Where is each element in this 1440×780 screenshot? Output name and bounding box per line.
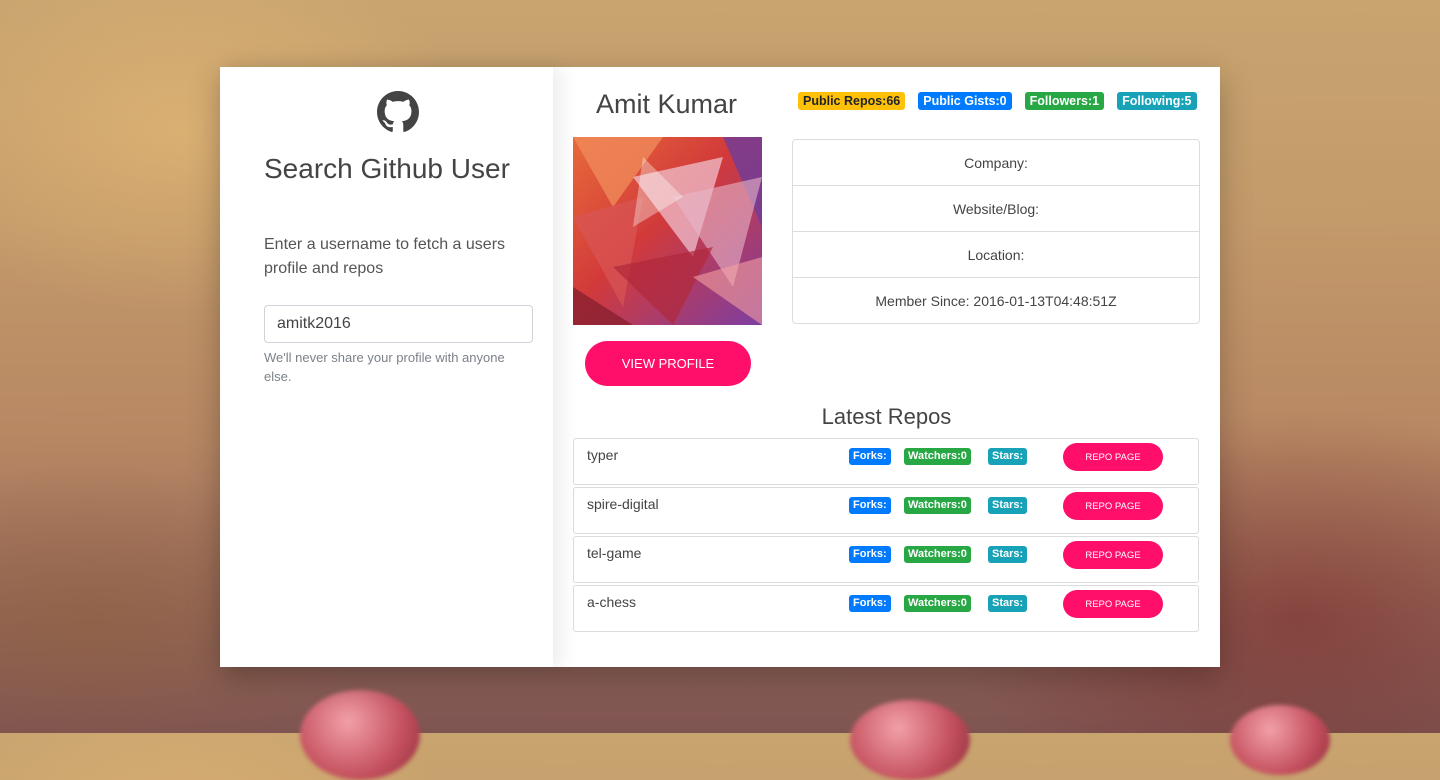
input-help-text: We'll never share your profile with anyo… (264, 350, 505, 384)
company-row: Company: (964, 154, 1028, 171)
search-lead: Enter a username to fetch a users profil… (264, 236, 506, 277)
profile-info-list: Company: Website/Blog: Location: Member … (792, 139, 1200, 324)
followers-badge: Followers:1 (1024, 92, 1105, 110)
search-title: Search Github User (264, 153, 510, 184)
repo-list: typer Forks: Watchers:0 Stars: REPO PAGE… (573, 438, 1199, 634)
forks-badge: Forks: (849, 546, 891, 563)
stars-badge: Stars: (988, 497, 1028, 514)
profile-name: Amit Kumar (596, 89, 738, 119)
view-profile-button[interactable]: VIEW PROFILE (585, 341, 751, 386)
watchers-badge: Watchers:0 (904, 448, 971, 465)
website-row: Website/Blog: (793, 185, 1199, 231)
repo-page-button[interactable]: REPO PAGE (1063, 492, 1163, 520)
public-gists-badge: Public Gists:0 (918, 92, 1012, 110)
following-badge: Following:5 (1117, 92, 1197, 110)
background-berry (1230, 705, 1330, 775)
repo-row: a-chess Forks: Watchers:0 Stars: REPO PA… (573, 585, 1199, 632)
repo-page-button[interactable]: REPO PAGE (1063, 443, 1163, 471)
repo-page-button[interactable]: REPO PAGE (1063, 590, 1163, 618)
repo-name: tel-game (587, 545, 642, 561)
repo-page-button[interactable]: REPO PAGE (1063, 541, 1163, 569)
profile-panel: Amit Kumar Public Repos:66 Public Gists:… (553, 67, 1220, 667)
avatar (573, 137, 762, 325)
location-row: Location: (793, 231, 1199, 277)
background-berry (300, 690, 420, 780)
stars-badge: Stars: (988, 595, 1028, 612)
background-berry (850, 700, 970, 780)
repo-name: a-chess (587, 594, 637, 610)
repo-row: tel-game Forks: Watchers:0 Stars: REPO P… (573, 536, 1199, 583)
stars-badge: Stars: (988, 546, 1028, 563)
watchers-badge: Watchers:0 (904, 497, 971, 514)
public-repos-badge: Public Repos:66 (798, 92, 906, 110)
forks-badge: Forks: (849, 595, 891, 612)
repo-row: spire-digital Forks: Watchers:0 Stars: R… (573, 487, 1199, 534)
member-since-row: Member Since: 2016-01-13T04:48:51Z (793, 277, 1199, 323)
repo-name: spire-digital (587, 496, 659, 512)
forks-badge: Forks: (849, 497, 891, 514)
search-panel: Search Github User Enter a username to f… (220, 67, 553, 667)
repo-row: typer Forks: Watchers:0 Stars: REPO PAGE (573, 438, 1199, 485)
main-card: Search Github User Enter a username to f… (220, 67, 1220, 667)
repo-name: typer (587, 447, 619, 463)
username-input[interactable] (264, 305, 533, 343)
profile-badges: Public Repos:66 Public Gists:0 Followers… (798, 92, 1197, 110)
stars-badge: Stars: (988, 448, 1028, 465)
watchers-badge: Watchers:0 (904, 546, 971, 563)
repos-title: Latest Repos (821, 404, 952, 429)
forks-badge: Forks: (849, 448, 891, 465)
github-icon (377, 91, 419, 132)
watchers-badge: Watchers:0 (904, 595, 971, 612)
